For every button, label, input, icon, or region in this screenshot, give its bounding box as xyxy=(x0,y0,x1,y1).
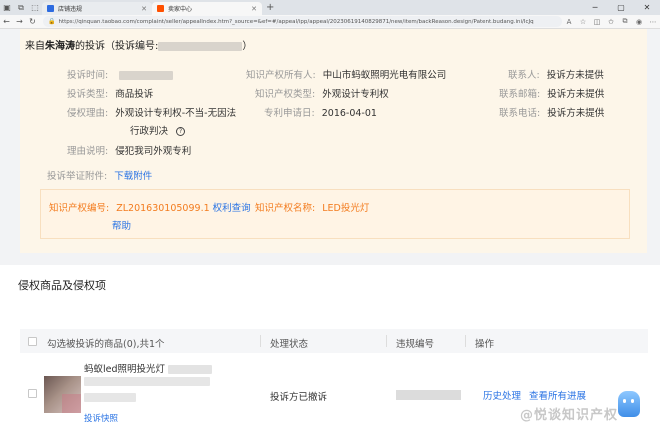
collections-icon[interactable]: ⧉ xyxy=(618,17,632,26)
tab-close-icon[interactable]: ✕ xyxy=(251,5,257,13)
maximize-button[interactable]: ▢ xyxy=(608,0,634,15)
tab-actions-icon[interactable]: ⬚ xyxy=(28,0,42,15)
operation-column-header: 操作 xyxy=(475,339,495,350)
address-bar: ← → ↻ 🔒 https://qinquan.taobao.com/compl… xyxy=(0,15,660,29)
favorite-star-icon[interactable]: ☆ xyxy=(576,18,590,26)
table-row: 蚂蚁led照明投光灯 投诉快照 投诉方已撤诉 历史处理 查看所有进展 xyxy=(20,357,648,440)
watermark: @悦谈知识产权 xyxy=(520,408,619,423)
column-divider xyxy=(260,335,261,347)
column-divider xyxy=(465,335,466,347)
product-thumbnail[interactable] xyxy=(44,376,81,413)
view-progress-link[interactable]: 查看所有进展 xyxy=(529,388,586,402)
complaint-id-redacted xyxy=(158,41,243,51)
window-menu-icon[interactable]: ▣ xyxy=(0,0,14,15)
complaint-detail-card: 来自朱海涛的投诉（投诉编号:） 投诉时间: 知识产权所有人: 中山市蚂蚁照明光电… xyxy=(20,29,647,253)
processing-status: 投诉方已撤诉 xyxy=(270,392,328,403)
explanation-field: 理由说明: 侵犯我司外观专利 xyxy=(67,146,192,157)
section-title: 侵权商品及侵权项 xyxy=(18,279,106,292)
read-aloud-icon[interactable]: A xyxy=(562,18,576,26)
assistant-robot-icon[interactable] xyxy=(618,391,640,417)
email-field: 联系邮箱: 投诉方未提供 xyxy=(499,89,605,100)
favorites-icon[interactable]: ✩ xyxy=(604,18,618,26)
ip-type-field: 知识产权类型: 外观设计专利权 xyxy=(255,89,389,100)
tab-favicon-icon xyxy=(157,5,164,12)
page-content: 来自朱海涛的投诉（投诉编号:） 投诉时间: 知识产权所有人: 中山市蚂蚁照明光电… xyxy=(0,29,660,440)
ip-name-field: 知识产权名称: LED投光灯 xyxy=(255,203,370,214)
split-screen-icon[interactable]: ◫ xyxy=(590,18,604,26)
lock-icon: 🔒 xyxy=(48,18,56,25)
help-link[interactable]: 帮助 xyxy=(112,221,131,232)
new-tab-button[interactable]: + xyxy=(266,2,274,13)
patent-apply-date-field: 专利申请日: 2016-04-01 xyxy=(264,108,377,119)
close-window-button[interactable]: ✕ xyxy=(634,0,660,15)
complaint-title: 来自朱海涛的投诉（投诉编号:） xyxy=(25,41,253,52)
url-field[interactable]: 🔒 https://qinquan.taobao.com/complaint/s… xyxy=(43,16,562,27)
select-all-checkbox[interactable] xyxy=(28,337,37,346)
product-name-redacted xyxy=(168,365,213,374)
items-table-header: 勾选被投诉的商品(0),共1个 处理状态 违规编号 操作 xyxy=(20,329,648,353)
complaint-type-field: 投诉类型: 商品投诉 xyxy=(67,89,154,100)
back-arrow-icon[interactable]: ← xyxy=(0,17,13,26)
contact-field: 联系人: 投诉方未提供 xyxy=(508,70,604,81)
browser-tab-bar: ▣ ⧉ ⬚ 店铺违规 ✕ 卖家中心 ✕ + ─ ▢ ✕ xyxy=(0,0,660,15)
ip-info-box: 知识产权编号: ZL201630105099.1 权利查询 帮助 知识产权名称:… xyxy=(40,189,630,239)
tab-store-violation[interactable]: 店铺违规 ✕ xyxy=(42,2,152,15)
tab-title: 卖家中心 xyxy=(168,6,193,13)
forward-arrow-icon[interactable]: → xyxy=(13,17,26,26)
reload-icon[interactable]: ↻ xyxy=(26,17,39,26)
reason-field-line2: 行政判决 ? xyxy=(130,123,186,137)
tab-close-icon[interactable]: ✕ xyxy=(141,5,147,13)
rights-query-link[interactable]: 权利查询 xyxy=(213,203,251,214)
complainant-name: 朱海涛 xyxy=(45,41,75,52)
phone-field: 联系电话: 投诉方未提供 xyxy=(499,108,605,119)
ip-owner-field: 知识产权所有人: 中山市蚂蚁照明光电有限公司 xyxy=(246,70,447,81)
status-column-header: 处理状态 xyxy=(270,339,309,350)
violation-number-redacted xyxy=(396,390,461,400)
select-count-label: 勾选被投诉的商品(0),共1个 xyxy=(47,339,165,350)
history-link[interactable]: 历史处理 xyxy=(483,388,521,402)
complaint-time-redacted xyxy=(119,71,174,80)
tab-title: 店铺违规 xyxy=(58,6,83,13)
complaint-time-field: 投诉时间: xyxy=(67,67,174,81)
ip-number-field: 知识产权编号: ZL201630105099.1 权利查询 xyxy=(49,203,251,214)
product-price-redacted xyxy=(84,393,136,402)
help-question-icon[interactable]: ? xyxy=(176,127,186,136)
workspaces-icon[interactable]: ⧉ xyxy=(14,0,28,15)
column-divider xyxy=(386,335,387,347)
window-controls: ─ ▢ ✕ xyxy=(582,0,660,15)
complaint-snapshot-link[interactable]: 投诉快照 xyxy=(84,412,118,424)
url-text: https://qinquan.taobao.com/complaint/sel… xyxy=(58,18,534,25)
more-menu-icon[interactable]: ⋯ xyxy=(646,18,660,26)
download-attachment-link[interactable]: 下载附件 xyxy=(114,171,152,182)
product-detail-redacted xyxy=(84,377,210,386)
tab-favicon-icon xyxy=(47,5,54,12)
tab-seller-center[interactable]: 卖家中心 ✕ xyxy=(152,2,262,15)
profile-icon[interactable]: ◉ xyxy=(632,18,646,26)
minimize-button[interactable]: ─ xyxy=(582,0,608,15)
violation-no-column-header: 违规编号 xyxy=(396,339,435,350)
help-link-row: 帮助 xyxy=(112,218,131,232)
reason-field: 侵权理由: 外观设计专利权-不当-无因法 xyxy=(67,108,237,119)
product-name[interactable]: 蚂蚁led照明投光灯 xyxy=(84,361,213,375)
attachment-field: 投诉举证附件: 下载附件 xyxy=(47,171,153,182)
item-checkbox[interactable] xyxy=(28,389,37,398)
